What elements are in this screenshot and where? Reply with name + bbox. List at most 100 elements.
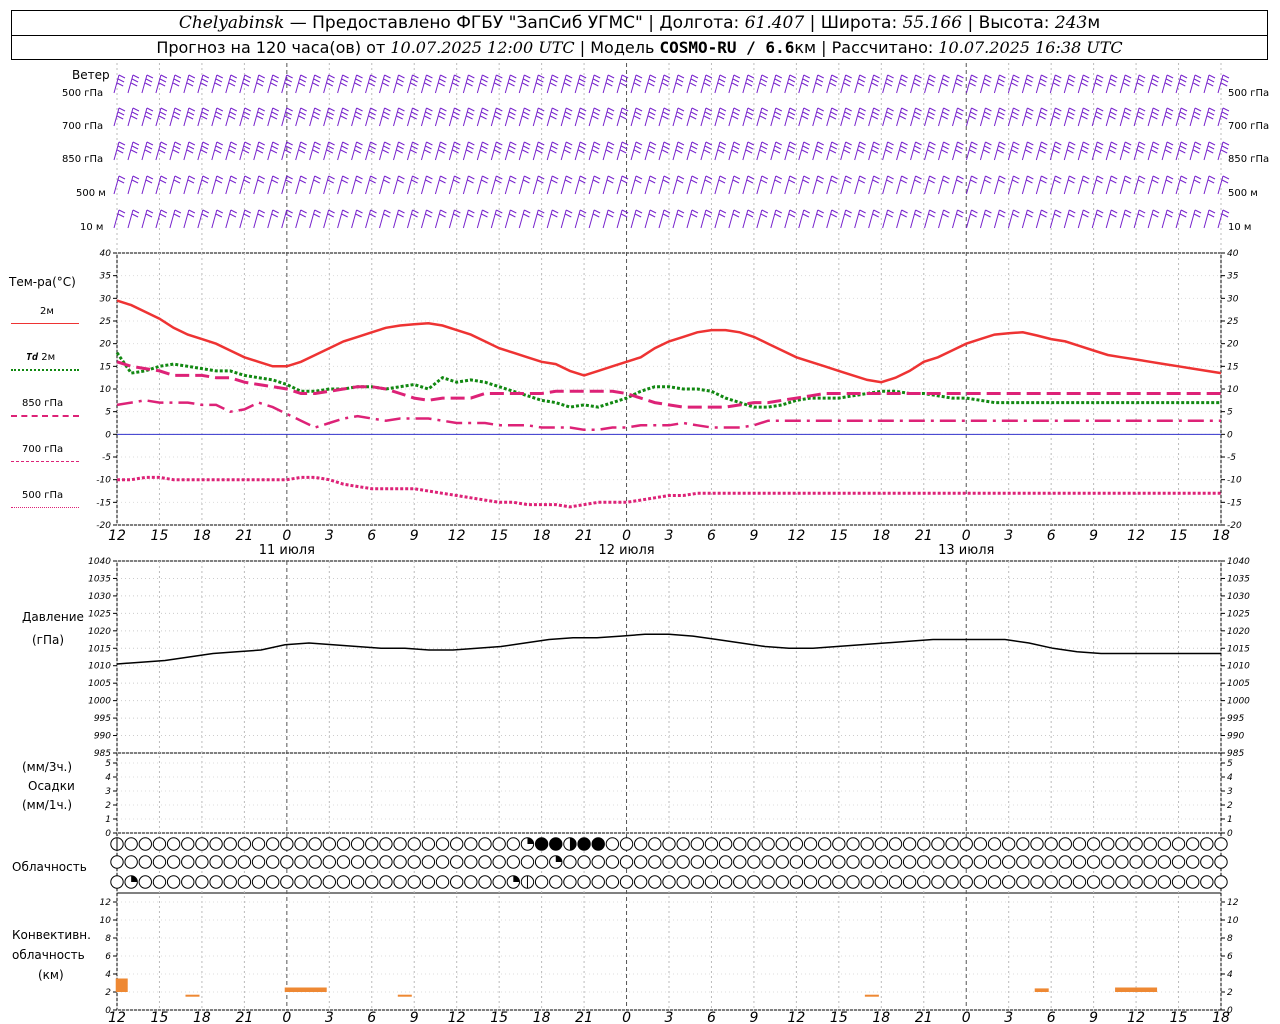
cloud-cover-circle — [1200, 855, 1214, 869]
cloud-cover-circle — [888, 837, 903, 851]
wind-barb — [1063, 74, 1076, 94]
wind-barb — [756, 107, 769, 127]
wind-barb-feather — [649, 209, 657, 214]
wind-barb-feather — [536, 115, 543, 120]
wind-barb-feather — [145, 179, 153, 184]
wind-barb — [770, 175, 783, 195]
wind-barb-feather — [565, 107, 573, 112]
wind-barb-feather — [509, 179, 516, 184]
wind-barb-feather — [915, 209, 922, 214]
wind-barb-feather — [971, 141, 978, 146]
wind-barb — [714, 74, 727, 94]
wind-barb-feather — [495, 145, 502, 150]
cloud-cover-circle — [506, 837, 521, 851]
wind-barb-feather — [1152, 74, 1160, 79]
wind-barb-feather — [1040, 145, 1047, 150]
cloud-cover-circle — [591, 875, 605, 889]
wind-barb-feather — [1193, 78, 1201, 83]
wind-barb-feather — [258, 107, 265, 112]
wind-barb-feather — [229, 111, 237, 116]
wind-barb-feather — [1220, 82, 1228, 87]
wind-barb — [1105, 141, 1118, 161]
cloud-cover-half — [569, 837, 577, 851]
wind-barb-feather — [412, 74, 419, 79]
wind-barb-staff — [686, 209, 693, 229]
wind-barb-feather — [1026, 111, 1033, 116]
wind-barb-feather — [551, 145, 558, 150]
wind-barb-feather — [648, 111, 656, 116]
wind-barb-feather — [956, 213, 963, 218]
wind-barb-feather — [1193, 111, 1201, 116]
wind-barb-staff — [211, 175, 218, 195]
temp-ytick-label: -20 — [96, 521, 111, 531]
conv-ytick-label: 2 — [105, 988, 111, 998]
wind-barb-feather — [914, 145, 921, 150]
wind-barb — [546, 209, 559, 229]
cloud-cover-circle — [1058, 855, 1073, 869]
wind-barb-feather — [370, 74, 377, 79]
cloud-cover-circle — [1129, 875, 1143, 889]
conv-ytick-label: 6 — [1227, 952, 1233, 962]
cloud-cover-circle — [280, 875, 294, 889]
wind-barb-feather — [564, 82, 571, 87]
wind-barb-feather — [788, 78, 796, 83]
cloud-cover-circle — [534, 855, 549, 869]
wind-barb — [602, 175, 615, 195]
conv-ytick-label: 0 — [105, 1006, 111, 1016]
wind-barb-feather — [997, 82, 1004, 87]
wind-barb-feather — [746, 213, 754, 218]
wind-barb-feather — [522, 82, 529, 87]
wind-barb-feather — [859, 107, 866, 112]
wind-barb — [1189, 141, 1202, 161]
cloud-cover-circle — [832, 837, 846, 851]
wind-barb-feather — [677, 141, 685, 146]
wind-barb-staff — [323, 175, 330, 195]
wind-barb-staff — [393, 209, 399, 229]
wind-barb-feather — [509, 213, 516, 218]
wind-barb-feather — [551, 78, 558, 83]
wind-barb-feather — [718, 145, 726, 150]
wind-barb-staff — [267, 209, 274, 229]
pressure-ytick-label: 1010 — [88, 662, 111, 672]
cloud-cover-circle — [775, 837, 789, 851]
cloud-cover-circle — [492, 855, 506, 869]
wind-barb-feather — [928, 145, 935, 150]
pressure-series-line — [116, 633, 1221, 665]
wind-barb-feather — [188, 209, 196, 214]
wind-barb-feather — [145, 145, 153, 150]
wind-barb — [826, 74, 838, 94]
wind-barb-feather — [452, 115, 459, 120]
wind-barb-feather — [410, 149, 417, 154]
wind-barb — [323, 74, 335, 94]
wind-barb-feather — [873, 209, 880, 214]
cloud-cover-circle — [1001, 855, 1016, 869]
temp-ytick-label: 5 — [1227, 408, 1233, 418]
wind-barb-feather — [384, 141, 391, 146]
wind-barb — [882, 175, 894, 195]
wind-barb — [1189, 74, 1202, 94]
wind-barb-feather — [342, 141, 349, 146]
wind-barb-feather — [482, 141, 489, 146]
cloud-cover-circle — [563, 875, 577, 889]
wind-barb-staff — [658, 175, 665, 195]
wind-barb — [742, 141, 755, 161]
wind-barb — [840, 209, 852, 229]
wind-barb — [728, 107, 741, 127]
wind-barb — [1175, 141, 1188, 161]
temp-ytick-label: 35 — [1227, 272, 1239, 282]
cloud-cover-quarter-fill — [555, 855, 562, 862]
wind-barb-feather — [1222, 74, 1230, 79]
wind-barb-feather — [773, 115, 781, 120]
wind-barb-staff — [141, 209, 148, 229]
wind-barb-feather — [216, 141, 224, 146]
wind-barb — [295, 74, 307, 94]
wind-barb-feather — [761, 141, 769, 146]
time-tick-label: 12 — [448, 1010, 466, 1024]
pressure-ytick-label: 1040 — [88, 557, 111, 567]
wind-barb-feather — [202, 107, 210, 112]
wind-barb-feather — [648, 149, 655, 154]
cloud-cover-circle — [874, 855, 889, 869]
wind-barb-feather — [131, 78, 139, 83]
wind-barb — [1119, 209, 1132, 229]
wind-barb-feather — [216, 175, 224, 180]
